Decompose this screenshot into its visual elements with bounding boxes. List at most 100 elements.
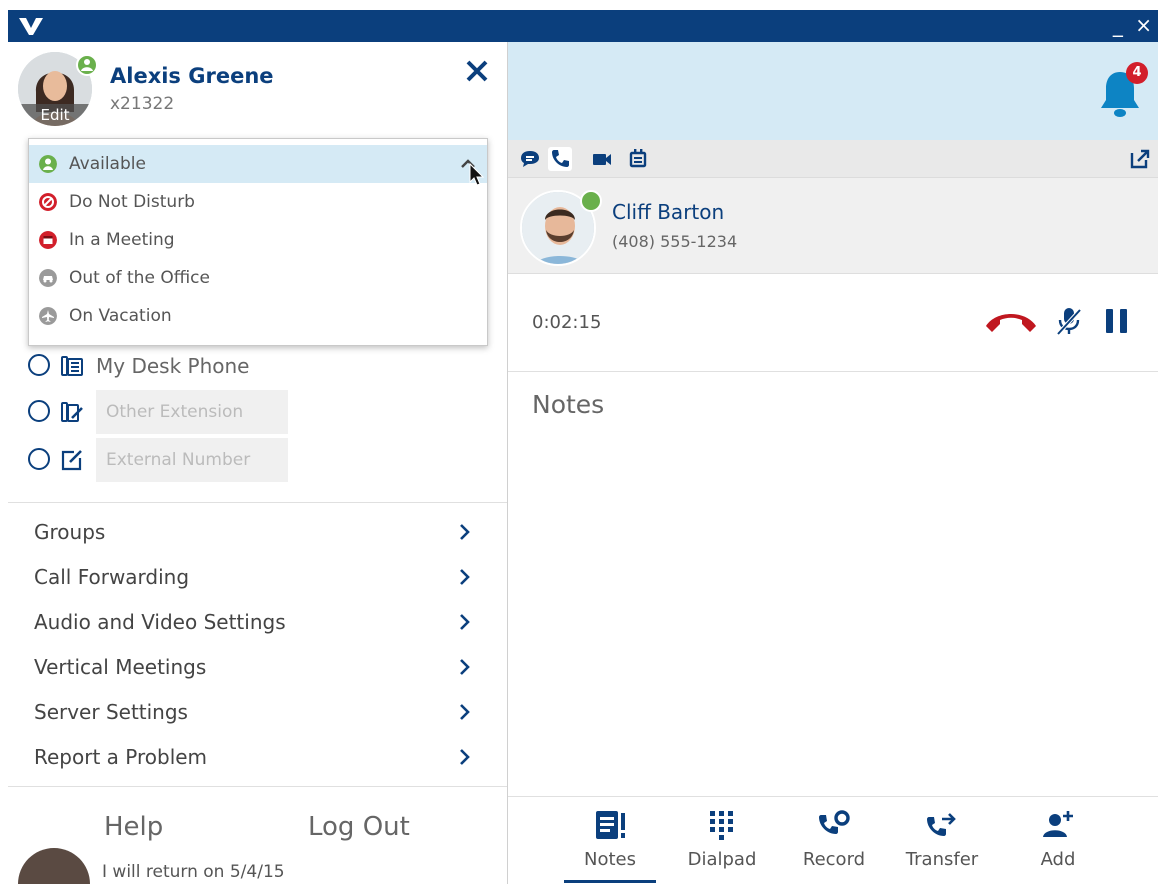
menu-item-label: Vertical Meetings [34,655,207,679]
chevron-right-icon [460,659,470,675]
divider [8,502,507,503]
menu-item-server-settings[interactable]: Server Settings [8,690,507,735]
tab-dialpad[interactable]: Dialpad [672,801,772,884]
chevron-right-icon [460,524,470,540]
mute-microphone-icon[interactable] [1052,304,1086,338]
desk-phone-radio[interactable] [28,354,50,376]
presence-option-in-a-meeting[interactable]: In a Meeting [29,221,487,259]
dialpad-icon [710,811,733,840]
notification-count-badge: 4 [1126,62,1148,84]
call-controls-row: 0:02:15 [508,274,1158,372]
chevron-right-icon [460,749,470,765]
call-action-tabs: Notes Dialpad Record Transfer Add [508,796,1158,884]
title-bar: _ × [8,10,1158,42]
user-name: Alexis Greene [110,64,274,88]
presence-option-label: In a Meeting [69,230,175,250]
tab-dialpad-label: Dialpad [687,849,757,870]
menu-item-report-problem[interactable]: Report a Problem [8,735,507,780]
external-number-field[interactable] [96,438,288,482]
popout-icon[interactable] [1128,147,1152,171]
no-entry-icon [39,193,57,211]
presence-option-label: On Vacation [69,306,172,326]
car-icon [39,269,57,287]
top-banner: 4 [508,42,1158,140]
person-icon [39,155,57,173]
call-timer: 0:02:15 [532,312,602,333]
video-icon[interactable] [590,147,614,171]
route-external-number [28,438,288,482]
notes-heading: Notes [532,390,605,419]
route-other-extension [28,390,288,434]
presence-option-label: Out of the Office [69,268,210,288]
tab-record-label: Record [802,849,866,870]
menu-item-label: Call Forwarding [34,565,190,589]
edit-square-icon [61,450,82,471]
menu-item-label: Audio and Video Settings [34,610,286,634]
menu-item-label: Report a Problem [34,745,208,769]
tab-record[interactable]: Record [784,801,884,884]
presence-dropdown: Available Do Not Disturb In a Meeting Ou… [28,138,488,346]
extension-phone-icon [61,402,83,422]
contact-name: Cliff Barton [612,200,725,224]
external-number-radio[interactable] [28,448,50,470]
other-extension-field[interactable] [96,390,288,434]
tab-add-label: Add [1040,849,1076,870]
contact-presence-indicator [580,190,602,212]
presence-option-label: Available [69,154,146,174]
close-drawer-icon[interactable] [464,58,490,84]
menu-item-call-forwarding[interactable]: Call Forwarding [8,555,507,600]
tab-notes-label: Notes [584,849,636,870]
mouse-cursor-icon [469,162,485,186]
notes-icon [596,811,625,839]
person-icon [81,59,93,71]
other-extension-radio[interactable] [28,400,50,422]
user-presence-indicator [76,54,98,76]
divider [8,786,507,787]
app-window: _ × 4 Cliff Barton (408) 555-1234 0:02:1… [0,0,1158,884]
menu-item-label: Server Settings [34,700,188,724]
calendar-icon [39,231,57,249]
window-controls: _ × [1107,13,1152,37]
tab-transfer[interactable]: Transfer [892,801,992,884]
phone-icon[interactable] [548,147,572,171]
contact-header: Cliff Barton (408) 555-1234 [508,178,1158,274]
menu-item-groups[interactable]: Groups [8,510,507,555]
menu-item-vertical-meetings[interactable]: Vertical Meetings [8,645,507,690]
minimize-button[interactable]: _ [1113,13,1123,37]
record-icon [819,810,850,834]
presence-option-on-vacation[interactable]: On Vacation [29,297,487,335]
add-person-icon [1043,811,1073,837]
chat-icon[interactable] [518,147,542,171]
screen-share-icon[interactable] [626,147,650,171]
menu-item-label: Groups [34,520,106,544]
chevron-right-icon [460,569,470,585]
plane-icon [39,307,57,325]
desk-phone-label: My Desk Phone [96,354,250,378]
presence-option-do-not-disturb[interactable]: Do Not Disturb [29,183,487,221]
contact-phone: (408) 555-1234 [612,232,738,251]
settings-drawer: Edit Alexis Greene x21322 Available Do N… [8,42,508,884]
edit-avatar-label[interactable]: Edit [18,104,92,126]
pause-icon[interactable] [1100,304,1134,338]
route-desk-phone: My Desk Phone [28,344,288,388]
tab-notes[interactable]: Notes [560,801,660,884]
menu-item-audio-video-settings[interactable]: Audio and Video Settings [8,600,507,645]
conversation-mode-bar [508,140,1158,178]
logout-link[interactable]: Log Out [308,812,410,842]
user-extension: x21322 [110,94,175,114]
desk-phone-icon [61,356,83,376]
peek-status-text: I will return on 5/4/15 [102,862,285,882]
chevron-right-icon [460,704,470,720]
close-window-button[interactable]: × [1135,13,1152,37]
transfer-icon [927,813,956,836]
chevron-right-icon [460,614,470,630]
hangup-icon[interactable] [982,304,1040,338]
peek-contact-avatar [18,848,90,884]
help-link[interactable]: Help [104,812,163,842]
tab-add[interactable]: Add [1008,801,1108,884]
presence-option-available[interactable]: Available [29,145,487,183]
presence-option-out-of-office[interactable]: Out of the Office [29,259,487,297]
tab-transfer-label: Transfer [905,849,979,870]
vertical-logo-icon [19,18,43,35]
notifications-button[interactable]: 4 [1098,62,1148,118]
